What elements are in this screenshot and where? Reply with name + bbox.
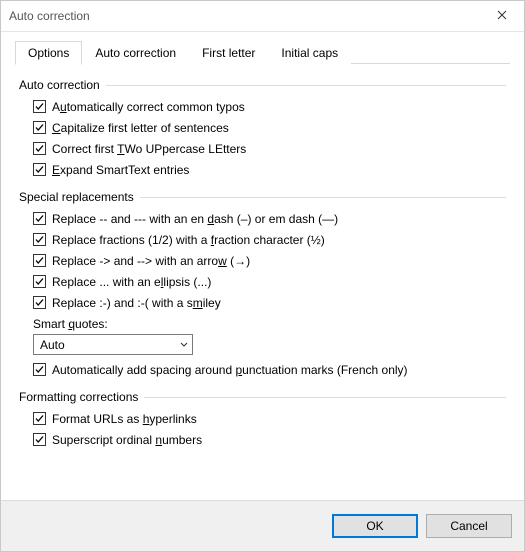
checkbox-replace-fractions[interactable]: Replace fractions (1/2) with a fraction … <box>33 229 506 250</box>
checkbox-icon <box>33 254 46 267</box>
group-line <box>106 85 506 86</box>
dialog-footer: OK Cancel <box>1 500 524 551</box>
group-body: Automatically add spacing around punctua… <box>19 359 506 382</box>
checkbox-icon <box>33 433 46 446</box>
tab-panel-options: Auto correction Automatically correct co… <box>15 64 510 500</box>
group-header: Auto correction <box>19 78 506 92</box>
checkbox-label: Automatically add spacing around punctua… <box>52 363 408 377</box>
smart-quotes-row: Auto <box>19 333 506 359</box>
checkbox-icon <box>33 233 46 246</box>
tabstrip: Options Auto correction First letter Ini… <box>15 40 510 64</box>
checkbox-icon <box>33 412 46 425</box>
tab-label: Options <box>28 46 69 60</box>
group-special-replacements: Special replacements Replace -- and --- … <box>19 190 506 382</box>
checkbox-label: Correct first TWo UPpercase LEtters <box>52 142 246 156</box>
checkbox-icon <box>33 142 46 155</box>
checkbox-superscript-ordinal[interactable]: Superscript ordinal numbers <box>33 429 506 450</box>
close-icon <box>497 9 507 23</box>
group-formatting-corrections: Formatting corrections Format URLs as hy… <box>19 390 506 452</box>
group-body: Automatically correct common typos Capit… <box>19 96 506 182</box>
checkbox-two-uppercase[interactable]: Correct first TWo UPpercase LEtters <box>33 138 506 159</box>
checkbox-label: Replace fractions (1/2) with a fraction … <box>52 233 325 247</box>
checkbox-icon <box>33 212 46 225</box>
close-button[interactable] <box>479 1 524 31</box>
checkbox-label: Replace :-) and :-( with a smiley <box>52 296 221 310</box>
tab-auto-correction[interactable]: Auto correction <box>82 41 189 64</box>
checkbox-expand-smarttext[interactable]: Expand SmartText entries <box>33 159 506 180</box>
checkbox-icon <box>33 100 46 113</box>
window-title: Auto correction <box>9 9 90 23</box>
group-body: Replace -- and --- with an en dash (–) o… <box>19 208 506 315</box>
checkbox-french-punctuation[interactable]: Automatically add spacing around punctua… <box>33 359 506 380</box>
tab-label: Initial caps <box>281 46 338 60</box>
checkbox-label: Format URLs as hyperlinks <box>52 412 197 426</box>
checkbox-replace-ellipsis[interactable]: Replace ... with an ellipsis (...) <box>33 271 506 292</box>
group-line <box>140 197 506 198</box>
checkbox-icon <box>33 296 46 309</box>
checkbox-label: Automatically correct common typos <box>52 100 245 114</box>
checkbox-correct-typos[interactable]: Automatically correct common typos <box>33 96 506 117</box>
select-value: Auto <box>40 338 65 352</box>
checkbox-replace-arrow[interactable]: Replace -> and --> with an arrow (→) <box>33 250 506 271</box>
client-area: Options Auto correction First letter Ini… <box>1 32 524 500</box>
tab-options[interactable]: Options <box>15 41 82 65</box>
group-line <box>144 397 506 398</box>
smart-quotes-select[interactable]: Auto <box>33 334 193 355</box>
group-header: Formatting corrections <box>19 390 506 404</box>
chevron-down-icon <box>180 341 188 349</box>
group-header: Special replacements <box>19 190 506 204</box>
checkbox-label: Expand SmartText entries <box>52 163 189 177</box>
dialog-window: Auto correction Options Auto correction … <box>0 0 525 552</box>
tab-first-letter[interactable]: First letter <box>189 41 268 64</box>
checkbox-capitalize-first[interactable]: Capitalize first letter of sentences <box>33 117 506 138</box>
titlebar: Auto correction <box>1 1 524 32</box>
checkbox-icon <box>33 363 46 376</box>
button-label: Cancel <box>450 519 487 533</box>
group-body: Format URLs as hyperlinks Superscript or… <box>19 408 506 452</box>
tab-initial-caps[interactable]: Initial caps <box>268 41 351 64</box>
smart-quotes-label: Smart quotes: <box>19 315 506 333</box>
checkbox-icon <box>33 121 46 134</box>
group-auto-correction: Auto correction Automatically correct co… <box>19 78 506 182</box>
checkbox-label: Superscript ordinal numbers <box>52 433 202 447</box>
tab-label: First letter <box>202 46 255 60</box>
group-title: Special replacements <box>19 190 140 204</box>
group-title: Auto correction <box>19 78 106 92</box>
cancel-button[interactable]: Cancel <box>426 514 512 538</box>
checkbox-label: Replace -- and --- with an en dash (–) o… <box>52 212 338 226</box>
checkbox-url-hyperlinks[interactable]: Format URLs as hyperlinks <box>33 408 506 429</box>
checkbox-icon <box>33 163 46 176</box>
checkbox-label: Capitalize first letter of sentences <box>52 121 229 135</box>
checkbox-label: Replace -> and --> with an arrow (→) <box>52 254 250 268</box>
checkbox-replace-smiley[interactable]: Replace :-) and :-( with a smiley <box>33 292 506 313</box>
ok-button[interactable]: OK <box>332 514 418 538</box>
checkbox-replace-dashes[interactable]: Replace -- and --- with an en dash (–) o… <box>33 208 506 229</box>
group-title: Formatting corrections <box>19 390 144 404</box>
tab-label: Auto correction <box>95 46 176 60</box>
checkbox-icon <box>33 275 46 288</box>
checkbox-label: Replace ... with an ellipsis (...) <box>52 275 211 289</box>
button-label: OK <box>366 519 383 533</box>
